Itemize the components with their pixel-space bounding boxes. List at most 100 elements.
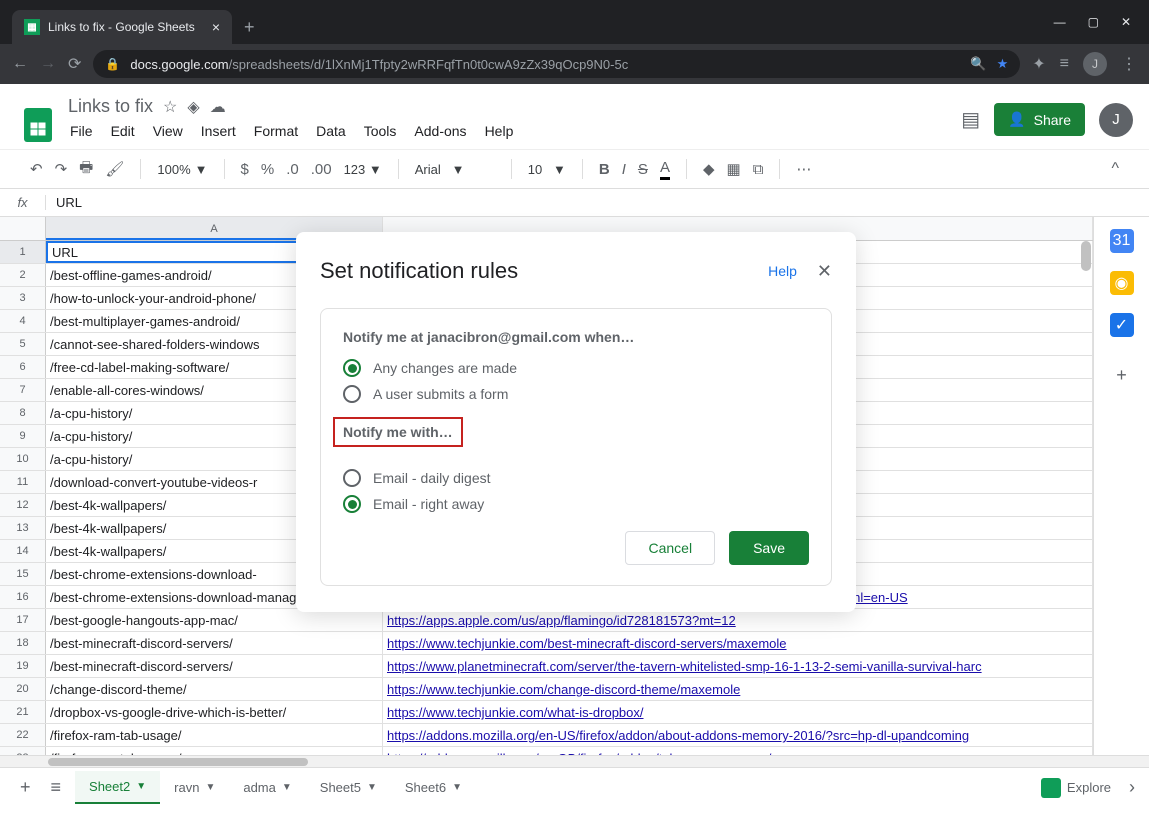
borders-button[interactable]: ▦ [727, 160, 741, 178]
row-header[interactable]: 9 [0, 425, 46, 447]
cell[interactable]: /firefox-ram-tab-usage/ [46, 724, 383, 746]
row-header[interactable]: 3 [0, 287, 46, 309]
row-header[interactable]: 5 [0, 333, 46, 355]
print-button[interactable]: 🖶 [79, 157, 93, 182]
font-dropdown[interactable]: Arial ▼ [415, 162, 495, 177]
cell[interactable]: https://www.techjunkie.com/what-is-dropb… [383, 701, 1093, 723]
sheet-tab-sheet6[interactable]: Sheet6 ▼ [391, 771, 476, 804]
cell[interactable]: https://addons.mozilla.org/en-US/firefox… [383, 724, 1093, 746]
more-button[interactable]: ⋯ [796, 160, 811, 178]
keep-icon[interactable]: ◉ [1110, 271, 1134, 295]
calendar-icon[interactable]: 31 [1110, 229, 1134, 253]
cell[interactable]: https://apps.apple.com/us/app/flamingo/i… [383, 609, 1093, 631]
row-header[interactable]: 10 [0, 448, 46, 470]
fontsize-dropdown[interactable]: 10 ▼ [528, 162, 566, 177]
move-icon[interactable]: ◈ [187, 97, 199, 117]
cell[interactable]: https://www.techjunkie.com/change-discor… [383, 678, 1093, 700]
add-addon-button[interactable]: + [1116, 365, 1127, 386]
row-header[interactable]: 2 [0, 264, 46, 286]
sheet-tab-ravn[interactable]: ravn ▼ [160, 771, 229, 804]
menu-format[interactable]: Format [254, 123, 298, 139]
row-header[interactable]: 6 [0, 356, 46, 378]
row-header[interactable]: 13 [0, 517, 46, 539]
menu-add-ons[interactable]: Add-ons [414, 123, 466, 139]
row-header[interactable]: 15 [0, 563, 46, 585]
reading-list-icon[interactable]: ≡ [1060, 55, 1069, 73]
account-avatar[interactable]: J [1099, 103, 1133, 137]
decimal-inc-button[interactable]: .00 [311, 161, 332, 178]
profile-avatar[interactable]: J [1083, 52, 1107, 76]
help-link[interactable]: Help [768, 263, 797, 279]
cancel-button[interactable]: Cancel [625, 531, 715, 565]
radio-daily-digest[interactable]: Email - daily digest [343, 469, 809, 487]
row-header[interactable]: 22 [0, 724, 46, 746]
cell[interactable]: /best-google-hangouts-app-mac/ [46, 609, 383, 631]
row-header[interactable]: 21 [0, 701, 46, 723]
row-header[interactable]: 20 [0, 678, 46, 700]
star-icon[interactable]: ☆ [163, 97, 177, 117]
row-header[interactable]: 4 [0, 310, 46, 332]
currency-button[interactable]: $ [241, 161, 249, 178]
redo-button[interactable]: ↷ [55, 160, 68, 178]
row-header[interactable]: 23 [0, 747, 46, 755]
row-header[interactable]: 17 [0, 609, 46, 631]
strike-button[interactable]: S [638, 161, 648, 178]
bold-button[interactable]: B [599, 161, 610, 178]
reload-button[interactable]: ⟳ [68, 54, 81, 74]
row-header[interactable]: 7 [0, 379, 46, 401]
cell[interactable]: https://www.planetminecraft.com/server/t… [383, 655, 1093, 677]
radio-right-away[interactable]: Email - right away [343, 495, 809, 513]
format-dropdown[interactable]: 123 ▼ [344, 162, 382, 177]
sheet-tab-sheet5[interactable]: Sheet5 ▼ [306, 771, 391, 804]
merge-button[interactable]: ⧉ [753, 161, 764, 178]
row-header[interactable]: 18 [0, 632, 46, 654]
row-header[interactable]: 14 [0, 540, 46, 562]
menu-file[interactable]: File [70, 123, 93, 139]
browser-tab[interactable]: ▦ Links to fix - Google Sheets × [12, 10, 232, 44]
sidepanel-toggle[interactable]: › [1129, 777, 1135, 798]
italic-button[interactable]: I [622, 161, 626, 178]
radio-form-submit[interactable]: A user submits a form [343, 385, 809, 403]
row-header[interactable]: 19 [0, 655, 46, 677]
add-sheet-button[interactable]: + [14, 777, 37, 798]
close-icon[interactable]: × [212, 19, 220, 35]
cell[interactable]: https://www.techjunkie.com/best-minecraf… [383, 632, 1093, 654]
textcolor-button[interactable]: A [660, 159, 670, 180]
row-header[interactable]: 12 [0, 494, 46, 516]
collapse-toolbar-button[interactable]: ^ [1111, 160, 1119, 178]
explore-button[interactable]: Explore [1041, 778, 1111, 798]
formula-input[interactable]: URL [46, 195, 1149, 210]
row-header[interactable]: 8 [0, 402, 46, 424]
extensions-icon[interactable]: ✦ [1032, 54, 1045, 74]
close-window-button[interactable]: ✕ [1121, 15, 1131, 29]
save-button[interactable]: Save [729, 531, 809, 565]
cell[interactable]: https://addons.mozilla.org/en-GB/firefox… [383, 747, 1093, 755]
menu-data[interactable]: Data [316, 123, 346, 139]
share-button[interactable]: 👤 Share [994, 103, 1085, 136]
select-all-corner[interactable] [0, 217, 46, 240]
cell[interactable]: /dropbox-vs-google-drive-which-is-better… [46, 701, 383, 723]
menu-insert[interactable]: Insert [201, 123, 236, 139]
cell[interactable]: /firefox-ram-tab-usage/ [46, 747, 383, 755]
undo-button[interactable]: ↶ [30, 160, 43, 178]
row-header[interactable]: 11 [0, 471, 46, 493]
menu-help[interactable]: Help [485, 123, 514, 139]
sheets-logo-icon[interactable] [18, 104, 58, 144]
new-tab-button[interactable]: + [244, 17, 255, 38]
radio-any-changes[interactable]: Any changes are made [343, 359, 809, 377]
menu-icon[interactable]: ⋮ [1121, 54, 1137, 74]
sheet-tab-sheet2[interactable]: Sheet2 ▼ [75, 771, 160, 804]
vertical-scrollbar[interactable] [1079, 241, 1093, 731]
menu-view[interactable]: View [153, 123, 183, 139]
tasks-icon[interactable]: ✓ [1110, 313, 1134, 337]
row-header[interactable]: 1 [0, 241, 46, 263]
maximize-button[interactable]: ▢ [1088, 15, 1099, 29]
cell[interactable]: /best-minecraft-discord-servers/ [46, 632, 383, 654]
comments-icon[interactable]: ▤ [961, 107, 980, 132]
minimize-button[interactable]: — [1054, 15, 1066, 29]
cell[interactable]: /change-discord-theme/ [46, 678, 383, 700]
cell[interactable]: /best-minecraft-discord-servers/ [46, 655, 383, 677]
url-input[interactable]: 🔒 docs.google.com/spreadsheets/d/1lXnMj1… [93, 50, 1020, 78]
all-sheets-button[interactable]: ≡ [45, 777, 68, 798]
horizontal-scrollbar[interactable] [0, 755, 1149, 767]
